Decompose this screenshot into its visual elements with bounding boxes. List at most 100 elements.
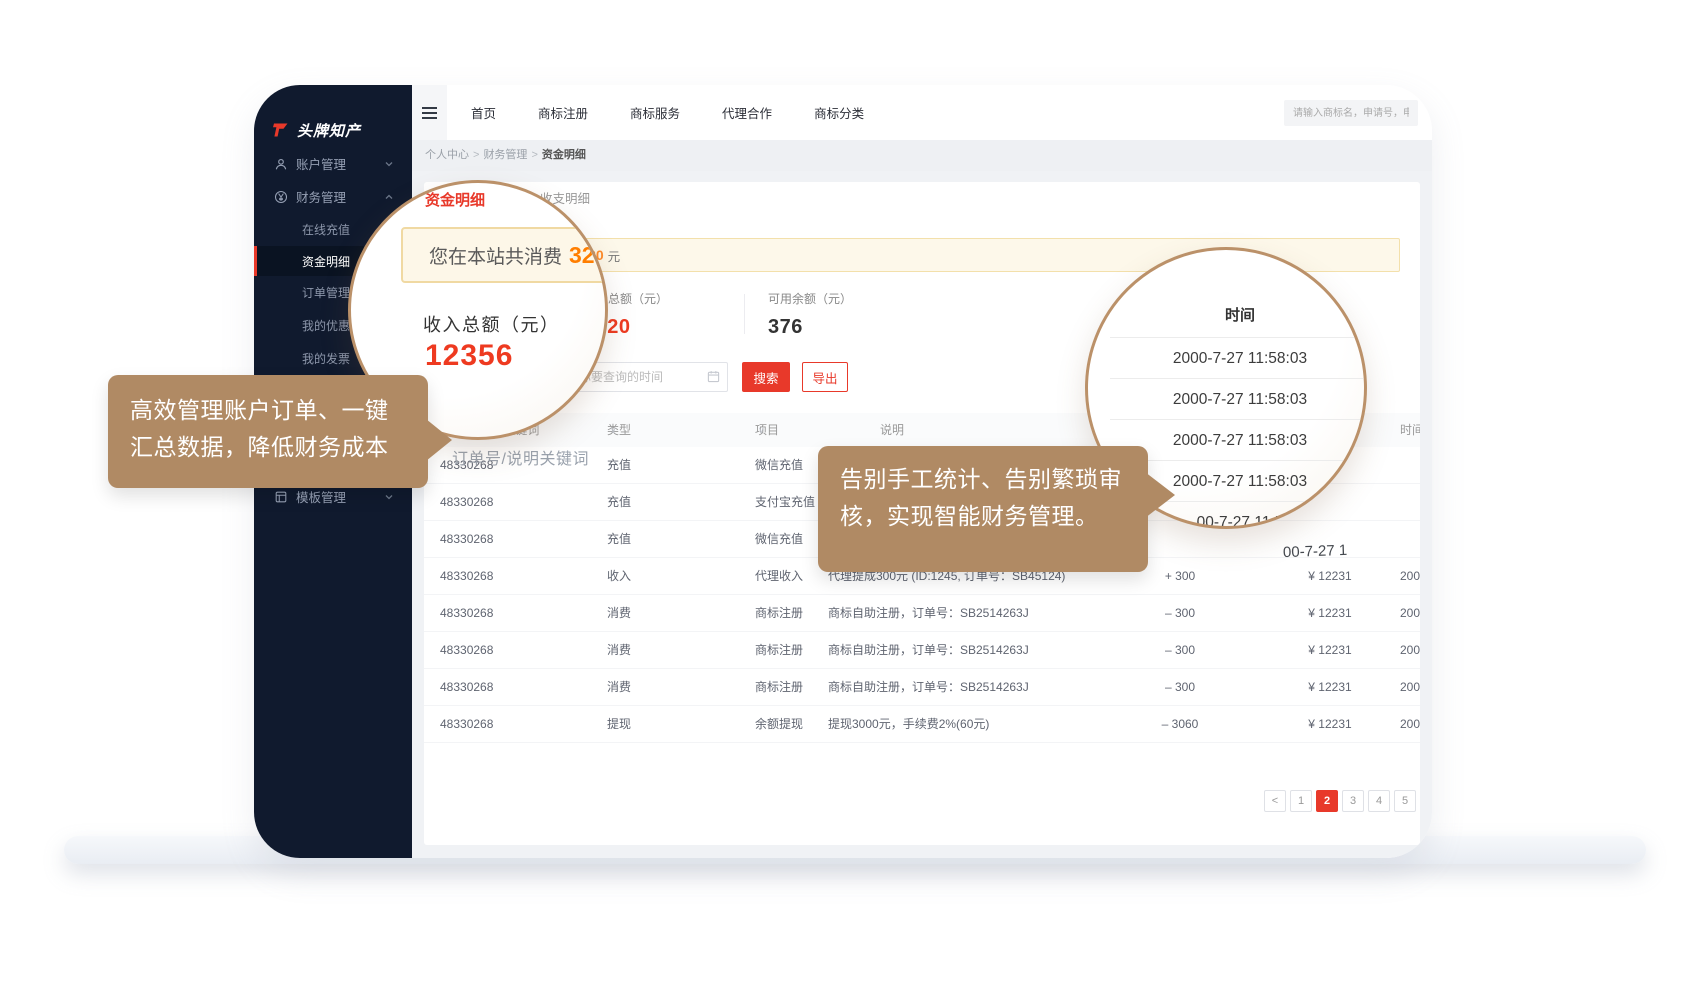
table-row-7[interactable]: 48330268提现余额提现提现3000元，手续费2%(60元)– 3060¥ … [424,706,1420,743]
sort-chevron-icon: ∨ [610,413,617,447]
cell-type: 提现 [607,706,631,743]
cell-project: 代理收入 [755,558,803,595]
chevron-down-icon [384,159,394,169]
sort-chevron-icon: ∨ [758,413,765,447]
magnified-date-spill: 00-7-27 1 [1283,542,1348,561]
banner-unit: 元 [608,246,621,265]
cell-order: 48330268 [440,632,493,669]
magnified-tab-label: 资金明细 [425,189,485,210]
cell-project: 商标注册 [755,595,803,632]
cell-project: 微信充值 [755,447,803,484]
cell-balance: ¥ 12231 [1280,669,1380,706]
top-navbar: 首页 商标注册 商标服务 代理合作 商标分类 [412,85,1432,140]
nav-item-4[interactable]: 商标分类 [814,103,864,122]
breadcrumb: 个人中心>财务管理>资金明细 [412,140,1432,171]
pagination-page-3[interactable]: 3 [1342,790,1364,812]
cell-order: 48330268 [440,558,493,595]
cell-order: 48330268 [440,595,493,632]
table-row-6[interactable]: 48330268 消费 商标注册商标自助注册，订单号：SB2514263J – 300… [424,669,1420,706]
callout-account-orders: 高效管理账户订单、一键汇总数据，降低财务成本 [108,375,428,488]
cell-time: 2000-7-27 11:58:03 [1400,669,1420,706]
finance-icon [274,190,288,204]
cell-amount: – 300 [1130,632,1230,669]
cell-type: 消费 [607,669,631,706]
sidebar-item-label: 模板管理 [296,487,346,506]
user-icon [274,157,288,171]
sidebar-item-0[interactable]: 账户管理 [254,147,412,180]
stat-available-balance: 可用余额（元） 376 [768,290,852,339]
breadcrumb-part-0[interactable]: 个人中心 [425,149,469,161]
cell-project: 商标注册 [755,669,803,706]
sidebar-item-label: 财务管理 [296,187,346,206]
cell-order: 48330268 [440,484,493,521]
table-row-4[interactable]: 48330268 消费 商标注册商标自助注册，订单号：SB2514263J – 300… [424,595,1420,632]
cell-project: 商标注册 [755,632,803,669]
sidebar-item-label: 在线充值 [302,221,350,238]
hamburger-menu-icon[interactable] [412,85,447,140]
stat-divider [744,294,745,334]
sidebar-item-1[interactable]: 财务管理 [254,180,412,213]
cell-type: 消费 [607,595,631,632]
brand-logo-text: 头牌知产 [297,120,361,141]
cell-desc: 商标自助注册，订单号：SB2514263J [828,595,1029,632]
pagination-page-1[interactable]: 1 [1290,790,1312,812]
template-icon [274,490,288,504]
nav-item-1[interactable]: 商标注册 [538,103,588,122]
pagination: <12345 [1264,790,1416,812]
cell-balance: ¥ 12231 [1280,595,1380,632]
cell-type: 消费 [607,632,631,669]
sidebar-item-label: 账户管理 [296,154,346,173]
cell-order: 48330268 [440,669,493,706]
trademark-search-input[interactable] [1284,100,1418,126]
cell-amount: – 3060 [1130,706,1230,743]
magnified-time-header: 时间 [1110,294,1367,338]
nav-item-0[interactable]: 首页 [471,103,496,122]
cell-balance: ¥ 12231 [1280,632,1380,669]
cell-balance: ¥ 12231 [1280,558,1380,595]
cell-time: 2000-7-27 11:58:03 [1400,558,1420,595]
pagination-prev[interactable]: < [1264,790,1286,812]
calendar-icon[interactable] [707,370,720,383]
cell-time: 2000-7-27 11:58:03 [1400,632,1420,669]
pagination-page-4[interactable]: 4 [1368,790,1390,812]
brand-logo-icon [272,122,290,138]
cell-type: 充值 [607,521,631,558]
brand-logo[interactable]: 头牌知产 [254,85,412,147]
cell-desc: 商标自助注册，订单号：SB2514263J [828,669,1029,706]
pagination-page-5[interactable]: 5 [1394,790,1416,812]
cell-type: 收入 [607,558,631,595]
cell-time: 2000-7-27 11:58:03 [1400,706,1420,743]
sidebar-item-label: 订单管理 [302,284,350,301]
nav-item-3[interactable]: 代理合作 [722,103,772,122]
callout-smart-finance: 告别手工统计、告别繁琐审核，实现智能财务管理。 [818,446,1148,572]
magnified-income-value: 12356 [425,339,513,373]
cell-project: 支付宝充值 [755,484,815,521]
pagination-page-2[interactable]: 2 [1316,790,1338,812]
magnified-date-row-2: 2000-7-27 11:58:03 [1110,420,1367,461]
search-button[interactable]: 搜索 [742,362,790,392]
page: 头牌知产 账户管理财务管理在线充值资金明细订单管理我的优惠券我的发票模板管理 首… [0,0,1696,1002]
export-button[interactable]: 导出 [802,362,848,392]
magnified-income-label: 收入总额（元） [423,311,560,337]
breadcrumb-separator: > [531,149,537,161]
magnified-consumption-banner: 您在本站共消费 32124 元 [401,227,608,283]
magnified-date-row-0: 2000-7-27 11:58:03 [1110,338,1367,379]
table-row-5[interactable]: 48330268 消费 商标注册商标自助注册，订单号：SB2514263J – 300… [424,632,1420,669]
cell-order: 48330268 [440,521,493,558]
cell-project: 微信充值 [755,521,803,558]
cell-order: 48330268 [440,706,493,743]
breadcrumb-part-1[interactable]: 财务管理 [483,149,527,161]
main-nav: 首页 商标注册 商标服务 代理合作 商标分类 [471,103,864,122]
cell-desc: 提现3000元，手续费2%(60元) [828,706,989,743]
chevron-down-icon [384,492,394,502]
nav-item-2[interactable]: 商标服务 [630,103,680,122]
cell-balance: ¥ 12231 [1280,706,1380,743]
cell-amount: – 300 [1130,595,1230,632]
breadcrumb-part-2: 资金明细 [542,149,586,161]
cell-time: 2000-7-27 11:58:03 [1400,595,1420,632]
magnified-date-row-1: 2000-7-27 11:58:03 [1110,379,1367,420]
cell-desc: 商标自助注册，订单号：SB2514263J [828,632,1029,669]
sidebar-item-label: 我的发票 [302,350,350,367]
chevron-up-icon [384,192,394,202]
cell-amount: – 300 [1130,669,1230,706]
